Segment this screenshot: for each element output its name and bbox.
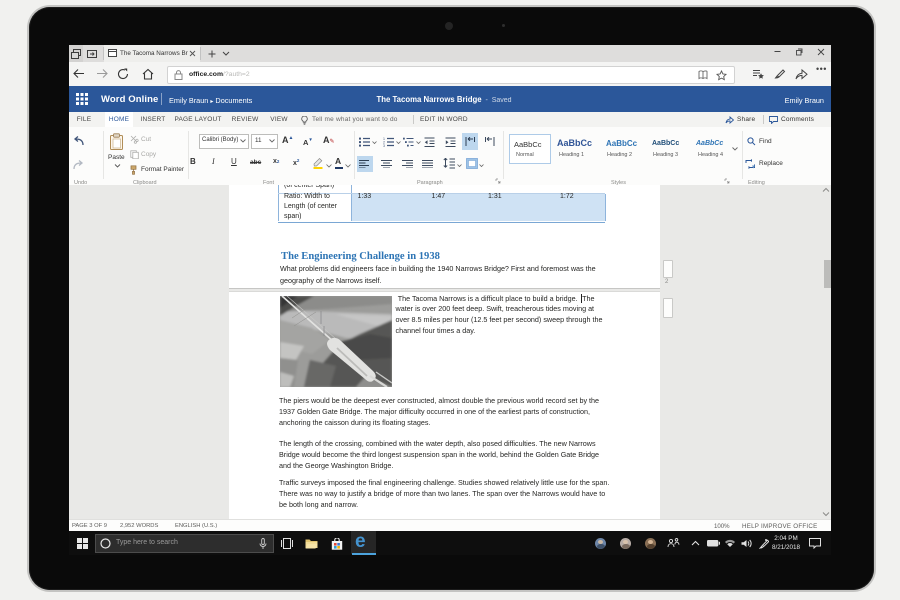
svg-text:3: 3 [383, 144, 385, 147]
